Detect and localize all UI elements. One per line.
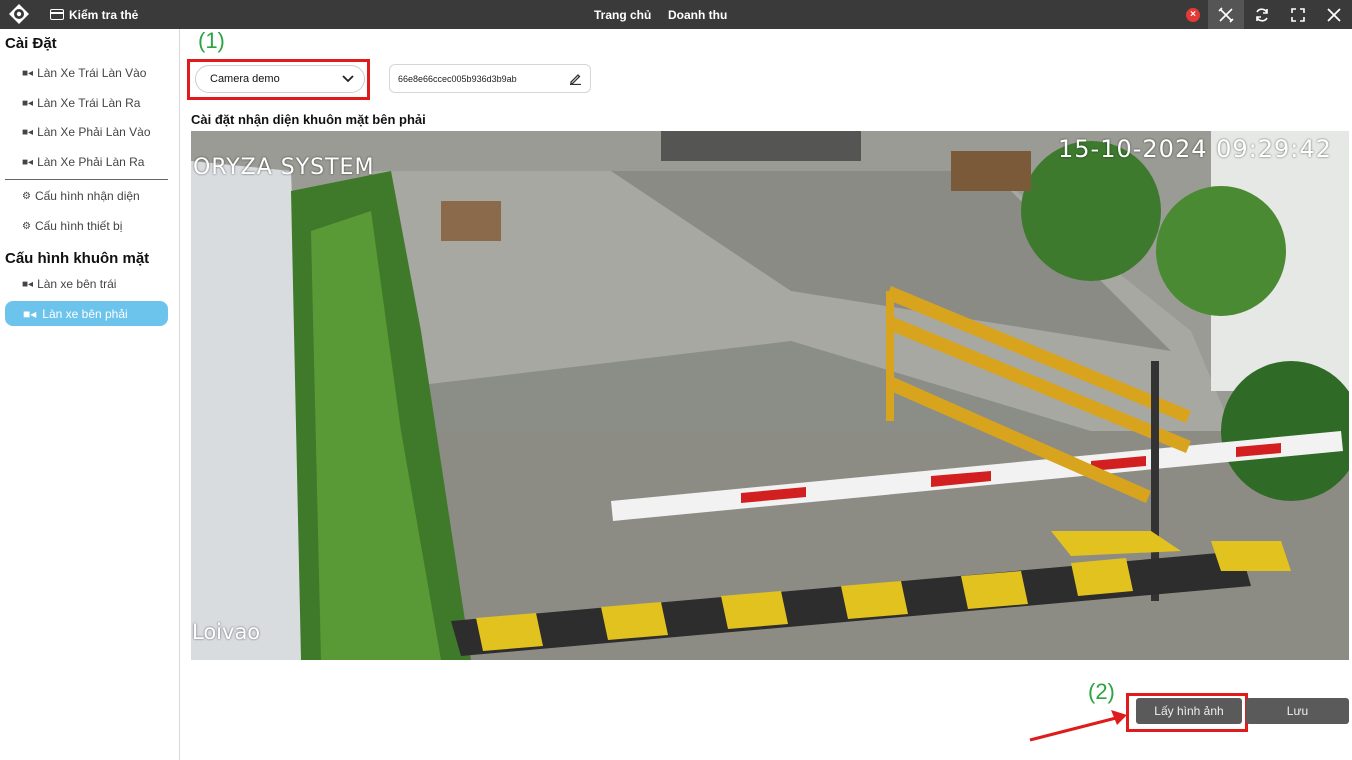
sidebar-item-label: Làn Xe Phải Làn Vào bbox=[37, 125, 151, 139]
fullscreen-icon[interactable] bbox=[1280, 0, 1316, 29]
camera-icon: ■◂ bbox=[23, 306, 37, 321]
camera-overlay-timestamp: 15-10-2024 09:29:42 bbox=[1058, 135, 1332, 163]
sidebar-item-label: Làn Xe Phải Làn Ra bbox=[37, 155, 145, 169]
gear-icon: ⚙ bbox=[22, 220, 31, 232]
sidebar: Cài Đặt ■◂ Làn Xe Trái Làn Vào ■◂ Làn Xe… bbox=[0, 29, 180, 760]
section-settings-title: Cài Đặt bbox=[5, 35, 57, 52]
sidebar-item-label: Cấu hình nhận diện bbox=[34, 189, 140, 203]
camera-preview-image bbox=[191, 131, 1349, 660]
camera-select[interactable]: Camera demo bbox=[195, 65, 365, 93]
camera-overlay-lane: Loivao bbox=[192, 620, 261, 644]
window-controls: × bbox=[1186, 0, 1352, 29]
nav-revenue[interactable]: Doanh thu bbox=[668, 0, 727, 29]
page-title: Cài đặt nhận diện khuôn mặt bên phải bbox=[191, 112, 426, 127]
sidebar-item-left-lane-out[interactable]: ■◂ Làn Xe Trái Làn Ra bbox=[22, 93, 140, 113]
sidebar-item-label: Làn Xe Trái Làn Ra bbox=[37, 96, 141, 110]
camera-icon: ■◂ bbox=[22, 67, 34, 79]
chevron-down-icon bbox=[342, 75, 354, 83]
top-bar: Kiểm tra thẻ Trang chủ Doanh thu × bbox=[0, 0, 1352, 29]
camera-id-field[interactable]: 66e8e66ccec005b936d3b9ab bbox=[389, 64, 591, 93]
camera-scene bbox=[191, 131, 1349, 660]
annotation-label-1: (1) bbox=[198, 28, 225, 53]
card-icon bbox=[50, 9, 64, 20]
sidebar-divider bbox=[5, 179, 168, 180]
annotation-label-2: (2) bbox=[1088, 679, 1115, 704]
check-card-button[interactable]: Kiểm tra thẻ bbox=[50, 0, 138, 29]
camera-icon: ■◂ bbox=[22, 156, 34, 168]
sidebar-item-label: Làn xe bên phải bbox=[42, 306, 128, 321]
sidebar-item-label: Cấu hình thiết bị bbox=[34, 219, 123, 233]
camera-icon: ■◂ bbox=[22, 278, 34, 290]
refresh-icon[interactable] bbox=[1244, 0, 1280, 29]
save-button[interactable]: Lưu bbox=[1246, 698, 1349, 724]
sidebar-item-left-lane-in[interactable]: ■◂ Làn Xe Trái Làn Vào bbox=[22, 63, 146, 83]
edit-icon[interactable] bbox=[569, 72, 582, 85]
notification-close-icon[interactable]: × bbox=[1186, 7, 1200, 22]
annotation-arrow-icon bbox=[1029, 710, 1127, 742]
section-face-title: Cấu hình khuôn mặt bbox=[5, 250, 150, 267]
sidebar-item-face-left-lane[interactable]: ■◂ Làn xe bên trái bbox=[22, 274, 116, 294]
camera-select-value: Camera demo bbox=[210, 73, 280, 85]
camera-icon: ■◂ bbox=[22, 97, 34, 109]
sidebar-item-right-lane-out[interactable]: ■◂ Làn Xe Phải Làn Ra bbox=[22, 152, 144, 172]
nav-home[interactable]: Trang chủ bbox=[594, 0, 651, 29]
sidebar-item-recognition-config[interactable]: ⚙ Cấu hình nhận diện bbox=[22, 186, 140, 206]
close-window-icon[interactable] bbox=[1316, 0, 1352, 29]
sidebar-item-right-lane-in[interactable]: ■◂ Làn Xe Phải Làn Vào bbox=[22, 122, 151, 142]
camera-overlay-system: ORYZA SYSTEM bbox=[193, 155, 375, 180]
camera-icon: ■◂ bbox=[22, 126, 34, 138]
sidebar-item-label: Làn xe bên trái bbox=[37, 277, 117, 291]
sidebar-item-device-config[interactable]: ⚙ Cấu hình thiết bị bbox=[22, 216, 122, 236]
sidebar-item-label: Làn Xe Trái Làn Vào bbox=[37, 66, 147, 80]
check-card-label: Kiểm tra thẻ bbox=[69, 7, 139, 22]
tools-icon[interactable] bbox=[1208, 0, 1244, 29]
gear-icon: ⚙ bbox=[22, 190, 31, 202]
app-logo-icon[interactable] bbox=[8, 3, 30, 25]
capture-image-button[interactable]: Lấy hình ảnh bbox=[1136, 698, 1242, 724]
sidebar-item-face-right-lane[interactable]: ■◂ Làn xe bên phải bbox=[5, 301, 168, 326]
camera-id-value: 66e8e66ccec005b936d3b9ab bbox=[398, 73, 517, 84]
